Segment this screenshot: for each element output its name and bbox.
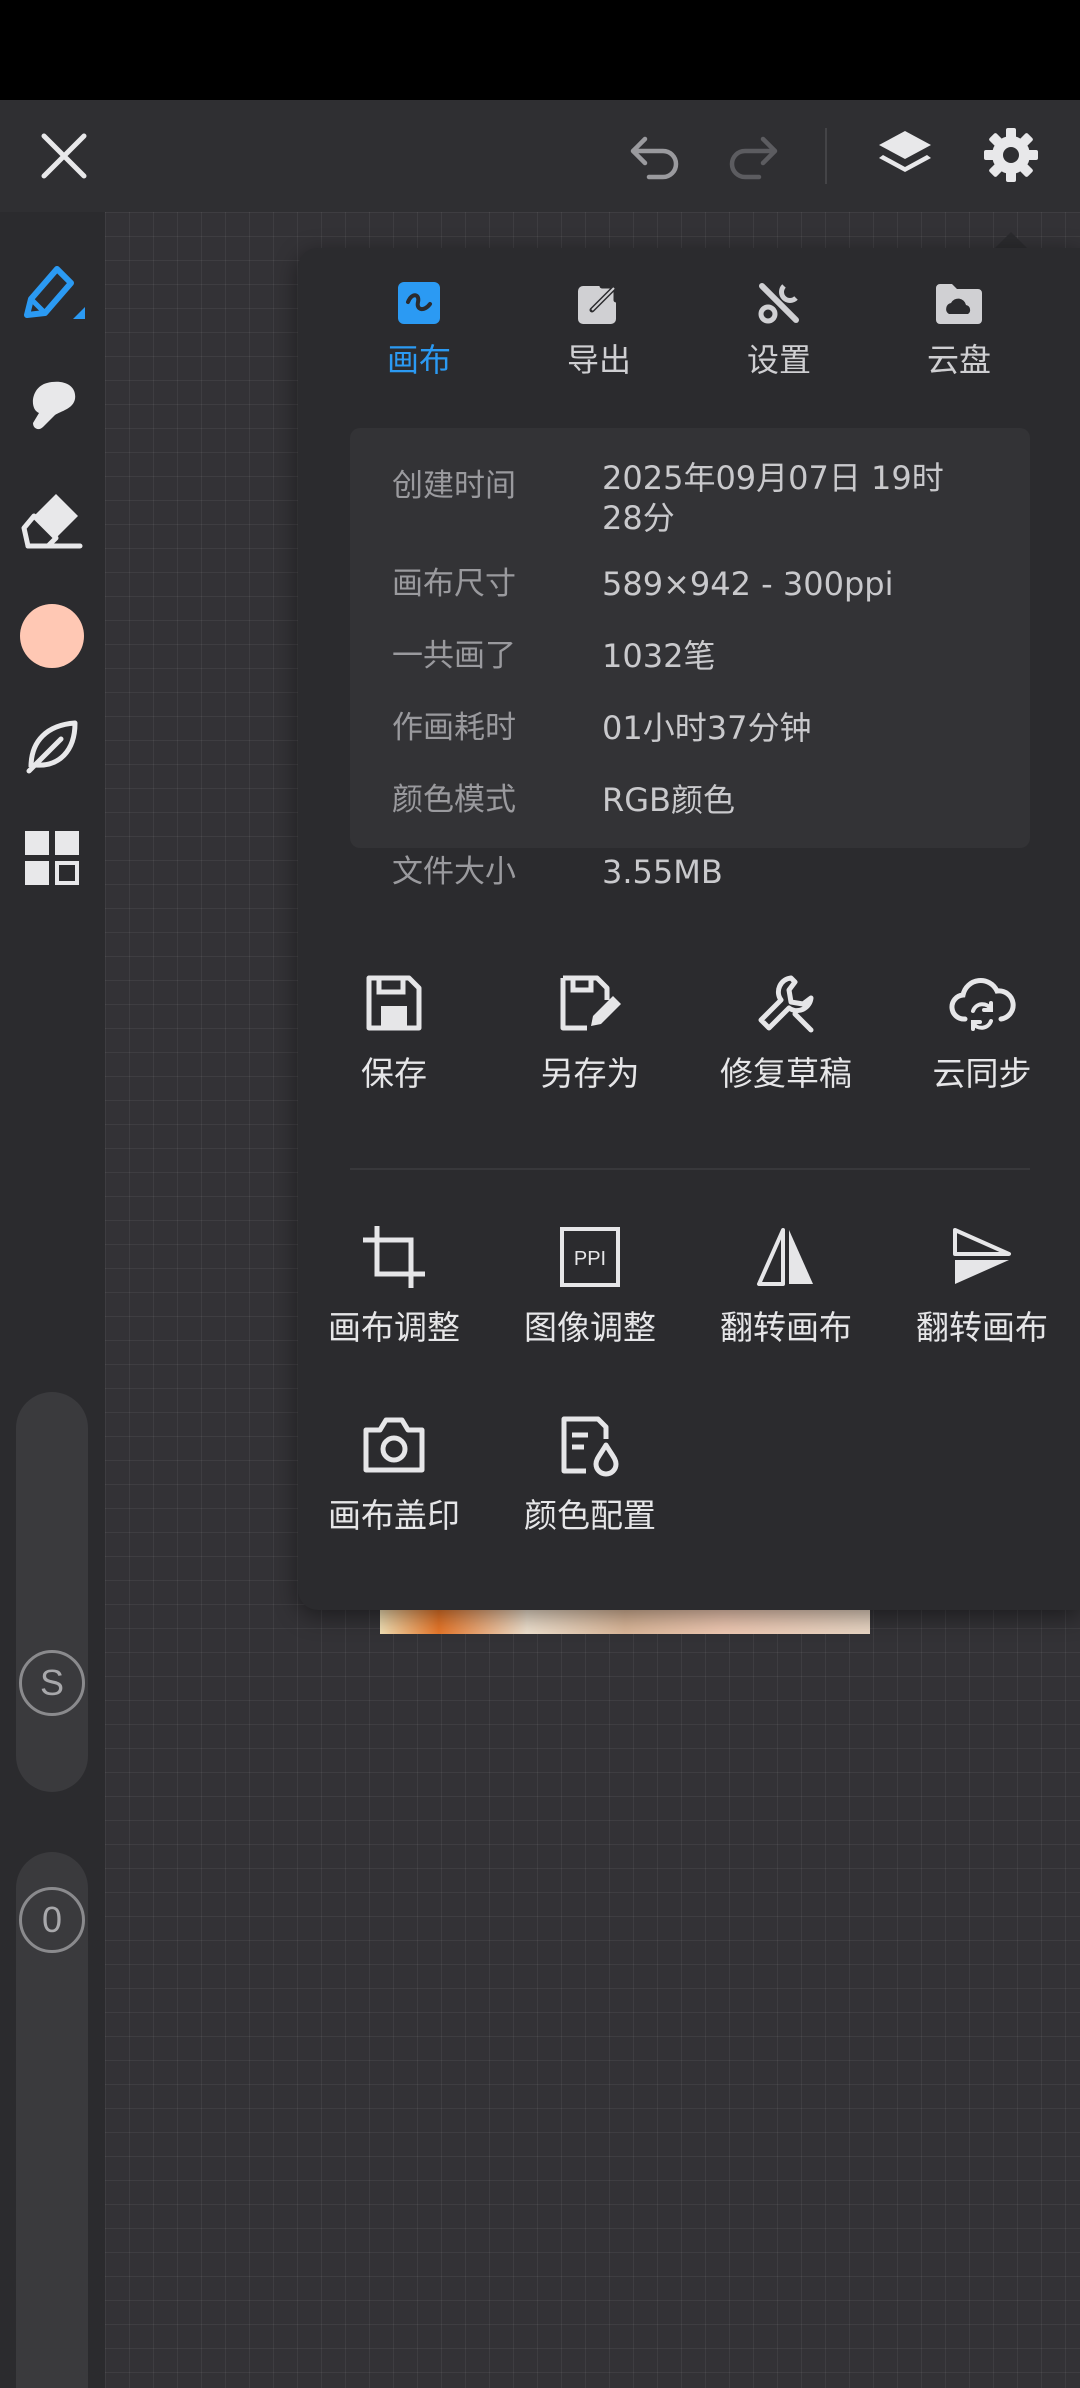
image-adjust-label: 图像调整 xyxy=(524,1308,656,1347)
camera-stamp-icon xyxy=(359,1410,429,1480)
image-adjust-button[interactable]: PPI 图像调整 xyxy=(490,1222,690,1352)
export-tab-icon xyxy=(574,278,624,328)
brush-size-knob-label: S xyxy=(39,1662,64,1703)
info-value-created-overflow-2: 28分 xyxy=(602,499,675,537)
info-row-file-size: 文件大小 3.55MB xyxy=(392,850,1012,894)
flip-horizontal-icon xyxy=(751,1222,821,1292)
tab-export-label: 导出 xyxy=(566,341,631,379)
info-value-file-size: 3.55MB xyxy=(602,853,723,891)
tab-settings-label: 设置 xyxy=(746,341,811,379)
cloud-sync-icon xyxy=(947,968,1017,1038)
crop-icon xyxy=(359,1222,429,1292)
svg-text:PPI: PPI xyxy=(574,1248,606,1270)
cloud-drive-tab-icon xyxy=(934,278,984,328)
canvas-stamp-label: 画布盖印 xyxy=(328,1496,460,1535)
cloud-sync-label: 云同步 xyxy=(932,1054,1032,1093)
smudge-tool-icon[interactable] xyxy=(16,370,88,442)
tab-cloud-drive[interactable]: 云盘 xyxy=(884,278,1034,388)
grid-menu-icon[interactable] xyxy=(18,824,86,892)
info-value-size-2: 589×942 - 300ppi xyxy=(602,565,894,603)
info-value-created-2: 2025年09月07日 19时 xyxy=(602,459,944,497)
save-as-button[interactable]: 另存为 xyxy=(490,968,690,1098)
save-as-label: 另存为 xyxy=(540,1054,640,1093)
flip-canvas-horizontal-button[interactable]: 翻转画布 xyxy=(686,1222,886,1352)
top-toolbar xyxy=(0,100,1080,212)
settings-tab-icon xyxy=(754,278,804,328)
eraser-tool-icon[interactable] xyxy=(16,484,88,556)
tab-cloud-drive-label: 云盘 xyxy=(926,341,991,379)
opacity-knob-label: 0 xyxy=(41,1899,63,1940)
color-swatch[interactable] xyxy=(20,604,84,668)
info-value-strokes-2: 1032笔 xyxy=(602,637,716,675)
pen-tool-icon[interactable] xyxy=(14,254,90,330)
repair-draft-label: 修复草稿 xyxy=(720,1054,852,1093)
canvas-adjust-button[interactable]: 画布调整 xyxy=(294,1222,494,1352)
info-key-size-2: 画布尺寸 xyxy=(392,566,516,602)
info-key-created-2: 创建时间 xyxy=(392,468,516,504)
tab-canvas-label: 画布 xyxy=(386,341,451,379)
save-label: 保存 xyxy=(361,1054,427,1093)
canvas-tab-icon xyxy=(394,278,444,328)
toolbar-divider xyxy=(825,128,827,184)
leaf-brush-icon[interactable] xyxy=(16,710,88,782)
cloud-sync-button[interactable]: 云同步 xyxy=(882,968,1080,1098)
flip-vertical-label: 翻转画布 xyxy=(916,1308,1048,1347)
save-icon xyxy=(359,968,429,1038)
color-profile-button[interactable]: 颜色配置 xyxy=(490,1410,690,1540)
flip-horizontal-label: 翻转画布 xyxy=(720,1308,852,1347)
ppi-icon: PPI xyxy=(555,1222,625,1292)
info-value-time-2: 01小时37分钟 xyxy=(602,709,812,747)
canvas-stamp-button[interactable]: 画布盖印 xyxy=(294,1410,494,1540)
color-profile-label: 颜色配置 xyxy=(524,1496,656,1535)
color-profile-icon xyxy=(555,1410,625,1480)
tool-sidebar: S 0 xyxy=(0,212,105,2388)
info-row-created-2: 创建时间 2025年09月07日 19时 28分 xyxy=(392,456,1012,552)
opacity-knob[interactable]: 0 xyxy=(19,1887,85,1953)
status-bar xyxy=(0,0,1080,100)
panel-pointer xyxy=(995,232,1027,248)
repair-draft-icon xyxy=(751,968,821,1038)
settings-gear-icon[interactable] xyxy=(976,120,1046,190)
redo-icon[interactable] xyxy=(718,122,788,190)
info-key-time-2: 作画耗时 xyxy=(392,710,516,746)
flip-canvas-vertical-button[interactable]: 翻转画布 xyxy=(882,1222,1080,1352)
info-row-time-2: 作画耗时 01小时37分钟 xyxy=(392,706,1012,750)
brush-size-slider[interactable] xyxy=(16,1392,88,1792)
info-key-color-mode-2: 颜色模式 xyxy=(392,782,516,818)
save-button-2[interactable]: 保存 xyxy=(294,968,494,1098)
brush-size-knob[interactable]: S xyxy=(19,1650,85,1716)
info-key-strokes-2: 一共画了 xyxy=(392,638,516,674)
panel-divider-2 xyxy=(350,1168,1030,1170)
info-row-strokes-2: 一共画了 1032笔 xyxy=(392,634,1012,678)
canvas-adjust-label: 画布调整 xyxy=(328,1308,460,1347)
info-row-size-2: 画布尺寸 589×942 - 300ppi xyxy=(392,562,1012,606)
flip-vertical-icon xyxy=(947,1222,1017,1292)
tab-settings[interactable]: 设置 xyxy=(704,278,854,388)
tab-canvas[interactable]: 画布 xyxy=(344,278,494,388)
save-as-icon xyxy=(555,968,625,1038)
info-row-color-mode-2: 颜色模式 RGB颜色 xyxy=(392,778,1012,822)
repair-draft-button[interactable]: 修复草稿 xyxy=(686,968,886,1098)
undo-icon[interactable] xyxy=(620,122,690,190)
close-icon[interactable] xyxy=(30,122,98,190)
info-value-color-mode-2: RGB颜色 xyxy=(602,781,735,819)
layers-icon[interactable] xyxy=(870,120,940,190)
panel-content-overlay: 创建时间 2025年09月07日 19时 28分 画布尺寸 589×942 - … xyxy=(298,248,1080,1610)
info-key-file-size: 文件大小 xyxy=(392,854,516,890)
tab-export[interactable]: 导出 xyxy=(524,278,674,388)
